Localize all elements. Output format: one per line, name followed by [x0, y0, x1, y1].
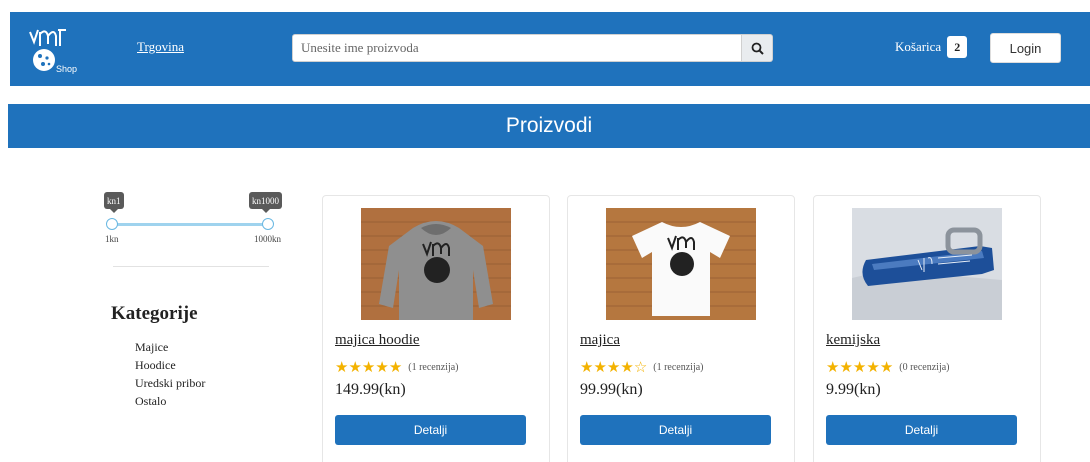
- slider-track[interactable]: [111, 223, 269, 226]
- product-card: majica ★ ★ ★ ★ ☆ (1 recenzija) 99.99(kn)…: [567, 195, 795, 462]
- sidebar-divider: [113, 266, 269, 267]
- rating-stars: ★ ★ ★ ★ ★: [826, 360, 893, 375]
- product-price: 9.99(kn): [826, 381, 881, 398]
- price-range-slider: kn1 kn1000 1kn 1000kn: [102, 192, 288, 252]
- star-filled-icon: ★: [620, 358, 634, 376]
- product-image-pen[interactable]: [852, 208, 1002, 320]
- details-button[interactable]: Detalji: [580, 415, 771, 445]
- product-name[interactable]: majica: [580, 332, 620, 349]
- logo-text: Shop: [56, 64, 77, 74]
- rating-stars: ★ ★ ★ ★ ★: [335, 360, 402, 375]
- product-card: majica hoodie ★ ★ ★ ★ ★ (1 recenzija) 14…: [322, 195, 550, 462]
- top-navbar: Shop Trgovina Košarica 2 Login: [10, 12, 1090, 86]
- star-filled-icon: ★: [580, 358, 594, 376]
- page-title: Proizvodi: [505, 114, 593, 137]
- min-price-tooltip: kn1: [104, 192, 124, 213]
- cart-label: Košarica: [895, 39, 942, 54]
- cart-count-badge: 2: [947, 36, 968, 58]
- review-count: (1 recenzija): [408, 362, 459, 373]
- categories-heading: Kategorije: [111, 303, 198, 324]
- star-filled-icon: ★: [852, 358, 867, 376]
- star-filled-icon: ★: [606, 358, 621, 376]
- search-button[interactable]: [742, 34, 773, 62]
- star-filled-icon: ★: [388, 358, 403, 376]
- category-item-ostalo[interactable]: Ostalo: [135, 392, 205, 410]
- product-rating: ★ ★ ★ ★ ★ (0 recenzija): [826, 360, 950, 375]
- product-rating: ★ ★ ★ ★ ☆ (1 recenzija): [580, 360, 704, 375]
- star-filled-icon: ★: [335, 358, 349, 376]
- category-item-uredski-pribor[interactable]: Uredski pribor: [135, 374, 205, 392]
- details-button[interactable]: Detalji: [335, 415, 526, 445]
- star-filled-icon: ★: [348, 358, 362, 376]
- nav-link-shop[interactable]: Trgovina: [137, 39, 184, 55]
- max-price-handle[interactable]: [262, 218, 274, 230]
- product-image-tshirt[interactable]: [606, 208, 756, 320]
- star-empty-icon: ☆: [633, 358, 648, 376]
- star-filled-icon: ★: [879, 358, 894, 376]
- star-filled-icon: ★: [375, 358, 389, 376]
- review-count: (0 recenzija): [899, 362, 950, 373]
- product-name[interactable]: majica hoodie: [335, 332, 420, 349]
- product-name[interactable]: kemijska: [826, 332, 880, 349]
- review-count: (1 recenzija): [653, 362, 704, 373]
- min-price-label: 1kn: [105, 234, 119, 244]
- category-item-hoodice[interactable]: Hoodice: [135, 356, 205, 374]
- cart-button[interactable]: Košarica 2: [895, 36, 968, 58]
- star-filled-icon: ★: [826, 358, 840, 376]
- star-filled-icon: ★: [866, 358, 880, 376]
- product-image-hoodie[interactable]: [361, 208, 511, 320]
- rating-stars: ★ ★ ★ ★ ☆: [580, 360, 647, 375]
- product-price: 149.99(kn): [335, 381, 406, 398]
- search-bar: [292, 34, 773, 62]
- max-price-label: 1000kn: [254, 234, 281, 244]
- category-list: Majice Hoodice Uredski pribor Ostalo: [135, 338, 205, 410]
- category-item-majice[interactable]: Majice: [135, 338, 205, 356]
- product-price: 99.99(kn): [580, 381, 643, 398]
- details-button[interactable]: Detalji: [826, 415, 1017, 445]
- login-button[interactable]: Login: [990, 33, 1061, 63]
- star-filled-icon: ★: [361, 358, 376, 376]
- page-title-banner: Proizvodi: [8, 104, 1090, 148]
- product-card: kemijska ★ ★ ★ ★ ★ (0 recenzija) 9.99(kn…: [813, 195, 1041, 462]
- product-rating: ★ ★ ★ ★ ★ (1 recenzija): [335, 360, 459, 375]
- min-price-handle[interactable]: [106, 218, 118, 230]
- search-input[interactable]: [292, 34, 742, 62]
- max-price-tooltip: kn1000: [249, 192, 282, 213]
- search-icon: [751, 42, 764, 55]
- star-filled-icon: ★: [593, 358, 607, 376]
- pmf-shop-logo[interactable]: Shop: [22, 24, 86, 76]
- star-filled-icon: ★: [839, 358, 853, 376]
